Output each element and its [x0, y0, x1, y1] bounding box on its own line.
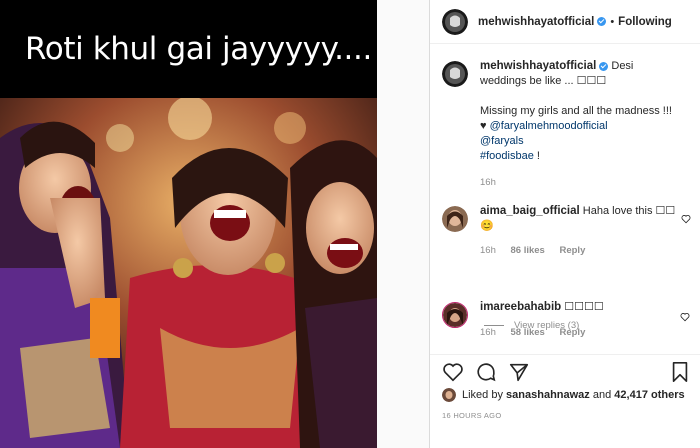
comment-likes[interactable]: 86 likes	[511, 245, 545, 256]
post-actions-section: Liked by sanashahnawaz and 42,417 others…	[430, 354, 700, 448]
post-media[interactable]: Roti khul gai jayyyyy....	[0, 0, 377, 448]
comment-heart-icon[interactable]	[680, 312, 690, 322]
avatar[interactable]	[442, 8, 468, 35]
reply-button[interactable]: Reply	[559, 327, 585, 338]
avatar[interactable]	[442, 388, 456, 402]
post-caption: mehwishhayatofficial Desi weddings be li…	[442, 59, 692, 190]
mention-link[interactable]: @faryals	[480, 135, 524, 147]
action-bar	[442, 361, 692, 387]
reply-button[interactable]: Reply	[559, 245, 585, 256]
separator-dot: •	[610, 15, 615, 28]
comment-item: aima_baig_official Haha love this ☐☐😊 16…	[442, 204, 692, 258]
avatar[interactable]	[442, 61, 468, 87]
avatar[interactable]	[442, 206, 468, 232]
liked-by-prefix: Liked by	[462, 389, 503, 401]
comment-icon[interactable]	[475, 361, 497, 383]
verified-badge-icon	[599, 61, 609, 71]
hashtag-link[interactable]: #foodisbae	[480, 150, 534, 162]
avatar[interactable]	[442, 302, 468, 328]
meme-caption-band: Roti khul gai jayyyyy....	[0, 0, 377, 98]
heart-icon[interactable]	[442, 361, 464, 383]
caption-username[interactable]: mehwishhayatofficial	[480, 60, 596, 72]
comment-heart-icon[interactable]	[681, 214, 691, 224]
caption-timestamp[interactable]: 16h	[480, 177, 496, 188]
header-username-wrap: mehwishhayatofficial	[478, 16, 607, 28]
post-side-panel: mehwishhayatofficial • Following mehwish…	[429, 0, 700, 448]
liked-by-and: and	[592, 389, 612, 401]
liked-by-user[interactable]: sanashahnawaz	[506, 389, 590, 401]
caption-tail: !	[533, 150, 540, 162]
bookmark-icon[interactable]	[670, 361, 690, 383]
liked-by-summary: Liked by sanashahnawaz and 42,417 others	[442, 388, 685, 402]
mention-link[interactable]: @faryalmehmoodofficial	[490, 120, 608, 132]
comment-timestamp[interactable]: 16h	[480, 245, 496, 256]
instagram-post-window: Roti khul gai jayyyyy.... mehwishhayatof…	[0, 0, 700, 448]
following-button[interactable]: Following	[618, 16, 672, 28]
post-timestamp[interactable]: 16 HOURS AGO	[442, 411, 501, 420]
verified-badge-icon	[597, 17, 607, 27]
post-header: mehwishhayatofficial • Following	[430, 0, 700, 44]
comment-likes[interactable]: 58 likes	[511, 327, 545, 338]
wedding-photo	[0, 98, 377, 448]
header-username[interactable]: mehwishhayatofficial	[478, 16, 594, 28]
comment-text: ☐☐☐☐	[564, 301, 604, 313]
comment-timestamp[interactable]: 16h	[480, 327, 496, 338]
comment-username[interactable]: aima_baig_official	[480, 205, 580, 217]
comment-username[interactable]: imareebahabib	[480, 301, 561, 313]
comment-item: imareebahabib ☐☐☐☐ 16h 58 likes Reply	[442, 300, 692, 340]
share-icon[interactable]	[508, 361, 530, 383]
liked-by-count[interactable]: 42,417 others	[614, 389, 684, 401]
meme-caption-text: Roti khul gai jayyyyy....	[25, 31, 372, 67]
